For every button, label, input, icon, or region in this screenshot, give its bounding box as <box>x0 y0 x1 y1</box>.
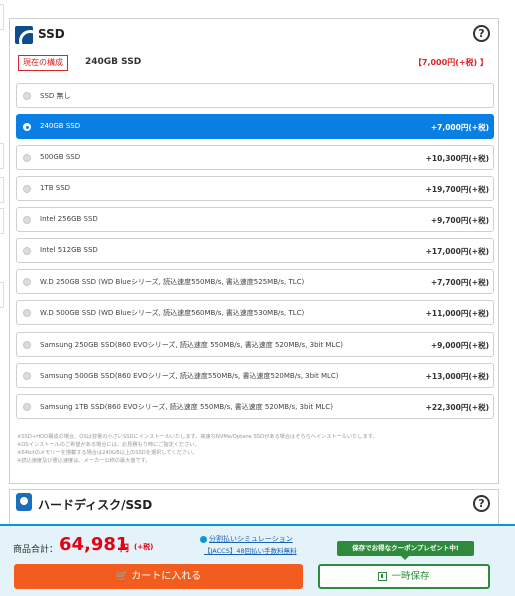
current-config-row: 現在の構成 240GB SSD 【7,000円(+税) 】 <box>17 55 493 73</box>
radio-button[interactable] <box>23 154 31 162</box>
option-label: W.D 250GB SSD (WD Blueシリーズ, 読込速度550MB/s,… <box>40 278 305 286</box>
ssd-option[interactable]: Intel 256GB SSD +9,700円(+税) <box>16 207 494 232</box>
total-unit: 円 <box>120 544 130 554</box>
ssd-section-title: SSD <box>38 27 65 41</box>
help-icon[interactable]: ? <box>473 25 490 42</box>
radio-button[interactable] <box>23 309 31 317</box>
ssd-option[interactable]: W.D 250GB SSD (WD Blueシリーズ, 読込速度550MB/s,… <box>16 269 494 294</box>
checkout-bar: 商品合計： 64,981 円 (+税) 分割払いシミュレーション 【JACCS】… <box>0 524 515 596</box>
total-label: 商品合計： <box>13 545 59 555</box>
option-price: +9,000円(+税) <box>430 341 489 350</box>
info-icon <box>200 535 207 543</box>
ssd-option-selected[interactable]: 240GB SSD +7,000円(+税) <box>16 114 494 139</box>
edge-tab <box>0 208 4 234</box>
jaccs-link[interactable]: 【JACCS】48回払い手数料無料 <box>204 545 297 555</box>
ssd-option[interactable]: Intel 512GB SSD +17,000円(+税) <box>16 238 494 263</box>
edge-tab <box>0 4 4 30</box>
radio-button[interactable] <box>23 247 31 255</box>
radio-button[interactable] <box>23 92 31 100</box>
save-icon <box>378 572 388 581</box>
option-price: +9,700円(+税) <box>430 216 489 225</box>
option-price: +10,300円(+税) <box>425 154 489 163</box>
option-label: Samsung 250GB SSD(860 EVOシリーズ, 読込速度 550M… <box>40 341 343 349</box>
radio-button[interactable] <box>23 372 31 380</box>
radio-button[interactable] <box>23 216 31 224</box>
note-line: ※OSインストールのご希望がある場合には、お見積もり時にご指定ください。 <box>17 442 200 448</box>
ssd-option[interactable]: 500GB SSD +10,300円(+税) <box>16 145 494 170</box>
total-value: 64,981 <box>59 534 129 555</box>
option-label: 240GB SSD <box>40 122 81 130</box>
ssd-section-header: SSD ? <box>10 19 498 51</box>
option-label: 500GB SSD <box>40 153 81 161</box>
ssd-option[interactable]: W.D 500GB SSD (WD Blueシリーズ, 読込速度560MB/s,… <box>16 300 494 325</box>
hdd-icon <box>16 493 32 511</box>
left-edge-strip <box>0 0 8 596</box>
hdd-section: ハードディスク/SSD ? <box>9 489 499 529</box>
option-price: +7,700円(+税) <box>430 278 489 287</box>
edge-tab <box>0 177 4 203</box>
option-label: W.D 500GB SSD (WD Blueシリーズ, 読込速度560MB/s,… <box>40 309 305 317</box>
temporary-save-button[interactable]: 一時保存 <box>318 564 490 589</box>
radio-button[interactable] <box>23 278 31 286</box>
option-price: +17,000円(+税) <box>425 247 489 256</box>
option-label: SSD 無し <box>40 92 71 100</box>
note-line: ※読込速度及び書込速度は、メーカー公称の最大値です。 <box>17 458 151 464</box>
option-label: Samsung 500GB SSD(860 EVOシリーズ, 読込速度550MB… <box>40 372 339 380</box>
option-label: Intel 512GB SSD <box>40 246 98 254</box>
edge-tab <box>0 143 4 169</box>
add-to-cart-button[interactable]: 🛒 カートに入れる <box>14 564 303 589</box>
ssd-option[interactable]: 1TB SSD +19,700円(+税) <box>16 176 494 201</box>
help-icon[interactable]: ? <box>473 495 490 512</box>
edge-tab <box>0 282 4 308</box>
total-tax: (+税) <box>134 543 154 551</box>
option-price: +7,000円(+税) <box>430 123 489 132</box>
ssd-section: SSD ? 現在の構成 240GB SSD 【7,000円(+税) 】 SSD … <box>9 18 499 484</box>
radio-button-checked[interactable] <box>23 123 31 131</box>
note-line: ※64bitのメモリーを搭載する場合は240GB以上のSSDを選択してください。 <box>17 450 198 456</box>
installment-simulation-label: 分割払いシミュレーション <box>209 535 293 543</box>
radio-button[interactable] <box>23 341 31 349</box>
coupon-promo-badge: 保存でお得なクーポンプレゼント中! <box>337 541 474 560</box>
ssd-icon <box>15 26 33 44</box>
ssd-option[interactable]: Samsung 250GB SSD(860 EVOシリーズ, 読込速度 550M… <box>16 332 494 357</box>
ssd-option[interactable]: Samsung 500GB SSD(860 EVOシリーズ, 読込速度550MB… <box>16 363 494 388</box>
cart-icon: 🛒 <box>115 571 129 582</box>
hdd-section-title: ハードディスク/SSD <box>38 498 153 512</box>
current-config-price: 【7,000円(+税) 】 <box>413 58 488 67</box>
ssd-notes: ※SSD+HDD構成の場合、OSは容量の小さいSSDにインストールいたします。高… <box>17 433 487 465</box>
installment-simulation-link[interactable]: 分割払いシミュレーション <box>200 534 293 544</box>
add-to-cart-label: カートに入れる <box>131 571 202 582</box>
ssd-option[interactable]: SSD 無し <box>16 83 494 108</box>
option-label: Samsung 1TB SSD(860 EVOシリーズ, 読込速度 550MB/… <box>40 403 333 411</box>
radio-button[interactable] <box>23 185 31 193</box>
ssd-option[interactable]: Samsung 1TB SSD(860 EVOシリーズ, 読込速度 550MB/… <box>16 394 494 419</box>
note-line: ※SSD+HDD構成の場合、OSは容量の小さいSSDにインストールいたします。高… <box>17 434 378 440</box>
option-label: 1TB SSD <box>40 184 71 192</box>
radio-button[interactable] <box>23 403 31 411</box>
option-price: +22,300円(+税) <box>425 403 489 412</box>
option-price: +13,000円(+税) <box>425 372 489 381</box>
current-config-badge: 現在の構成 <box>18 55 68 71</box>
temporary-save-label: 一時保存 <box>391 571 430 582</box>
option-price: +19,700円(+税) <box>425 185 489 194</box>
option-price: +11,000円(+税) <box>425 309 489 318</box>
current-config-name: 240GB SSD <box>85 57 142 67</box>
option-label: Intel 256GB SSD <box>40 215 98 223</box>
